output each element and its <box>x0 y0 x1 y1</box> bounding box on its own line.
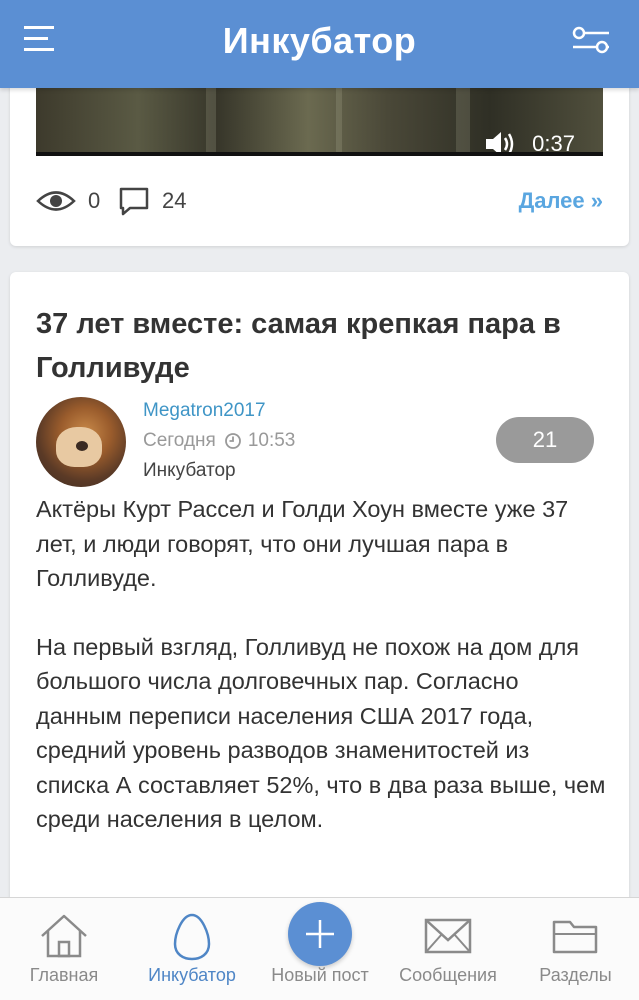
nav-item-home[interactable]: Главная <box>0 898 128 1000</box>
post-stats: 0 24 Далее » <box>36 184 603 218</box>
author-link[interactable]: Megatron2017 <box>143 400 266 422</box>
app-header: Инкубатор <box>0 0 639 88</box>
eye-icon <box>36 191 76 211</box>
views-count: 0 <box>88 188 101 213</box>
post-title[interactable]: 37 лет вместе: самая крепкая пара в Голл… <box>36 302 606 390</box>
nav-label-messages: Сообщения <box>399 965 497 985</box>
new-post-fab <box>288 902 352 966</box>
filter-sliders-icon <box>572 26 609 54</box>
post-paragraph: На первый взгляд, Голливуд не похож на д… <box>36 633 606 833</box>
filter-button[interactable] <box>569 24 615 58</box>
egg-icon <box>173 913 211 961</box>
nav-label-home: Главная <box>29 965 99 985</box>
video-duration: 0:37 <box>532 131 575 156</box>
nav-item-new-post[interactable]: Новый пост <box>256 898 384 1000</box>
post-timestamp: Сегодня 10:53 <box>143 430 295 452</box>
volume-icon[interactable] <box>484 130 518 156</box>
video-controls: 0:37 <box>484 130 575 156</box>
bottom-navigation: Главная Инкубатор Новый пост Сообщения Р… <box>0 897 639 1000</box>
video-thumbnail[interactable]: 0:37 <box>36 88 603 156</box>
nav-label-new-post: Новый пост <box>271 965 369 985</box>
rating-badge[interactable]: 21 <box>496 417 594 463</box>
nav-label-incubator: Инкубатор <box>148 965 236 985</box>
read-more-link[interactable]: Далее » <box>519 188 603 214</box>
comments-count: 24 <box>162 188 187 213</box>
plus-icon <box>306 920 334 948</box>
post-date: Сегодня <box>143 430 216 451</box>
views-counter: 0 <box>36 184 100 218</box>
comments-counter[interactable]: 24 <box>118 184 186 218</box>
post-body: Актёры Курт Рассел и Голди Хоун вместе у… <box>36 492 606 871</box>
comment-icon <box>119 187 149 216</box>
nav-label-sections: Разделы <box>539 965 612 985</box>
nav-item-sections[interactable]: Разделы <box>512 898 639 1000</box>
post-paragraph: Актёры Курт Рассел и Голди Хоун вместе у… <box>36 496 569 591</box>
nav-item-messages[interactable]: Сообщения <box>384 898 512 1000</box>
post-card: 37 лет вместе: самая крепкая пара в Голл… <box>10 272 629 972</box>
envelope-icon <box>424 918 472 954</box>
post-section[interactable]: Инкубатор <box>143 460 236 482</box>
page-title: Инкубатор <box>222 20 417 61</box>
post-time: 10:53 <box>247 430 296 451</box>
folder-icon <box>552 920 597 954</box>
avatar[interactable] <box>36 397 126 487</box>
nav-item-incubator[interactable]: Инкубатор <box>128 898 256 1000</box>
clock-icon <box>224 433 241 449</box>
home-icon <box>41 914 87 958</box>
